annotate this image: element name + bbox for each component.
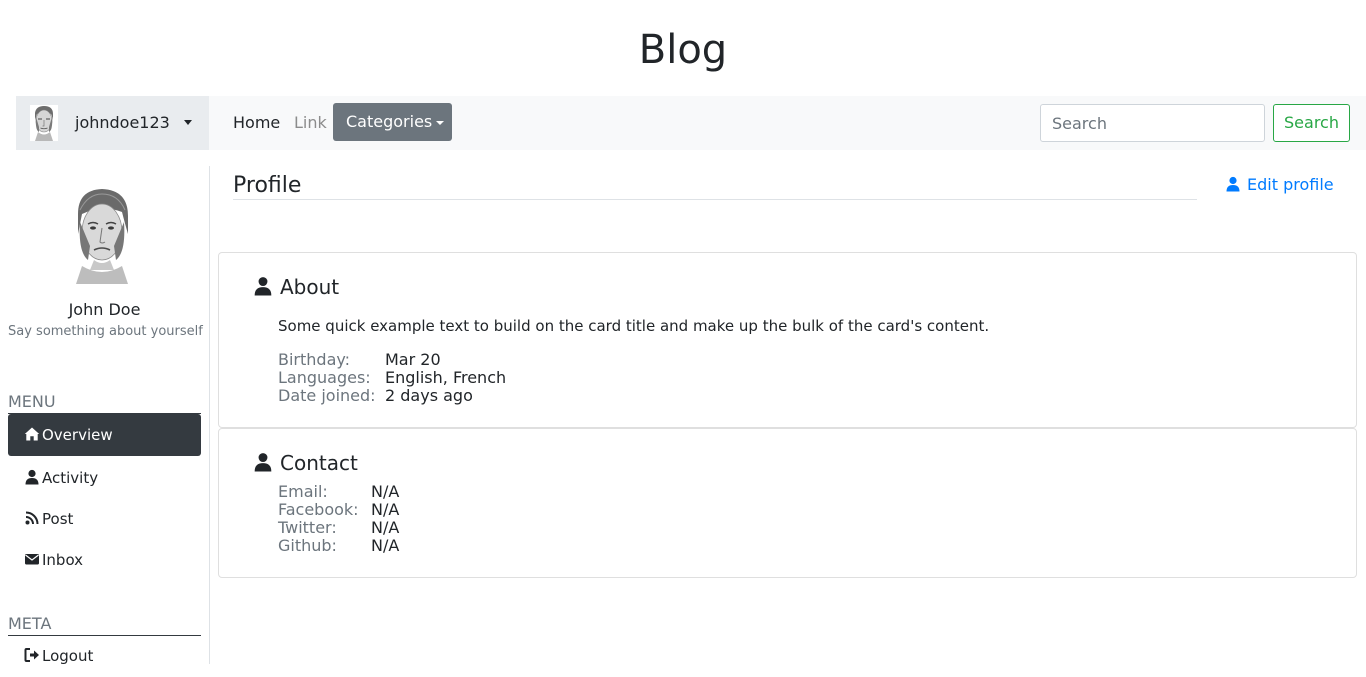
sign-out-icon [24,647,39,662]
info-value: N/A [371,482,400,501]
contact-card: Contact Email: N/A Facebook: N/A Twitter… [218,428,1357,578]
info-label: Date joined: [278,386,376,405]
info-value: N/A [371,500,400,519]
info-label: Birthday: [278,350,351,369]
info-row: Twitter: N/A [278,519,399,537]
info-label: Facebook: [278,500,359,519]
info-value: 2 days ago [385,386,473,405]
contact-title-label: Contact [280,451,358,475]
info-row: Date joined: 2 days ago [278,387,506,405]
search-input[interactable] [1040,104,1265,142]
info-label: Languages: [278,368,371,387]
info-label: Twitter: [278,518,337,537]
info-row: Github: N/A [278,537,399,555]
contact-card-title: Contact [254,450,358,476]
username-label: johndoe123 [75,113,170,132]
sidebar-item-inbox[interactable]: Inbox [8,539,201,581]
sidebar-item-activity[interactable]: Activity [8,457,201,499]
nav-link-link[interactable]: Link [294,113,327,133]
profile-tagline: Say something about yourself [8,324,203,339]
sidebar-item-overview[interactable]: Overview [8,414,201,456]
menu-heading: MENU [8,392,201,414]
page-title: Profile [233,173,302,198]
sidebar-item-label: Inbox [42,551,84,569]
info-value: Mar 20 [385,350,441,369]
sidebar-item-label: Post [42,510,74,528]
info-row: Birthday: Mar 20 [278,351,506,369]
categories-dropdown-button[interactable]: Categories [333,103,452,141]
info-value: N/A [371,518,400,537]
info-value: English, French [385,368,507,387]
info-row: Languages: English, French [278,369,506,387]
contact-info-table: Email: N/A Facebook: N/A Twitter: N/A Gi… [278,483,399,555]
about-info-table: Birthday: Mar 20 Languages: English, Fre… [278,351,506,405]
info-value: N/A [371,536,400,555]
info-label: Email: [278,482,328,501]
home-icon [24,427,40,440]
title-divider [233,199,1197,200]
about-text: Some quick example text to build on the … [278,317,990,335]
user-dropdown[interactable]: johndoe123 [16,96,209,150]
sidebar-item-label: Logout [42,647,94,665]
envelope-icon [25,553,39,564]
user-icon [254,276,272,295]
edit-profile-label: Edit profile [1247,175,1334,194]
sidebar-item-label: Activity [42,469,99,487]
caret-down-icon [436,120,445,125]
about-title-label: About [280,275,340,299]
categories-label: Categories [346,112,433,131]
info-row: Email: N/A [278,483,399,501]
profile-avatar-icon [68,186,136,284]
about-card: About Some quick example text to build o… [218,252,1357,428]
caret-down-icon [184,120,192,125]
sidebar-item-label: Overview [42,426,113,444]
search-button[interactable]: Search [1273,104,1350,142]
meta-heading: META [8,614,201,636]
sidebar-item-logout[interactable]: Logout [8,635,201,677]
site-title: Blog [638,27,728,73]
user-icon [25,469,39,484]
profile-name: John Doe [68,300,141,319]
info-row: Facebook: N/A [278,501,399,519]
info-label: Github: [278,536,337,555]
user-avatar-icon [30,105,58,141]
user-icon [254,452,272,471]
about-card-title: About [254,274,339,300]
user-icon [1226,176,1240,191]
nav-home-link[interactable]: Home [233,113,280,133]
top-navbar: johndoe123 Home Link Categories Search [16,96,1366,150]
sidebar-item-post[interactable]: Post [8,498,201,540]
sidebar: John Doe Say something about yourself ME… [0,166,210,665]
rss-icon [25,511,39,524]
edit-profile-link[interactable]: Edit profile [1225,175,1334,195]
